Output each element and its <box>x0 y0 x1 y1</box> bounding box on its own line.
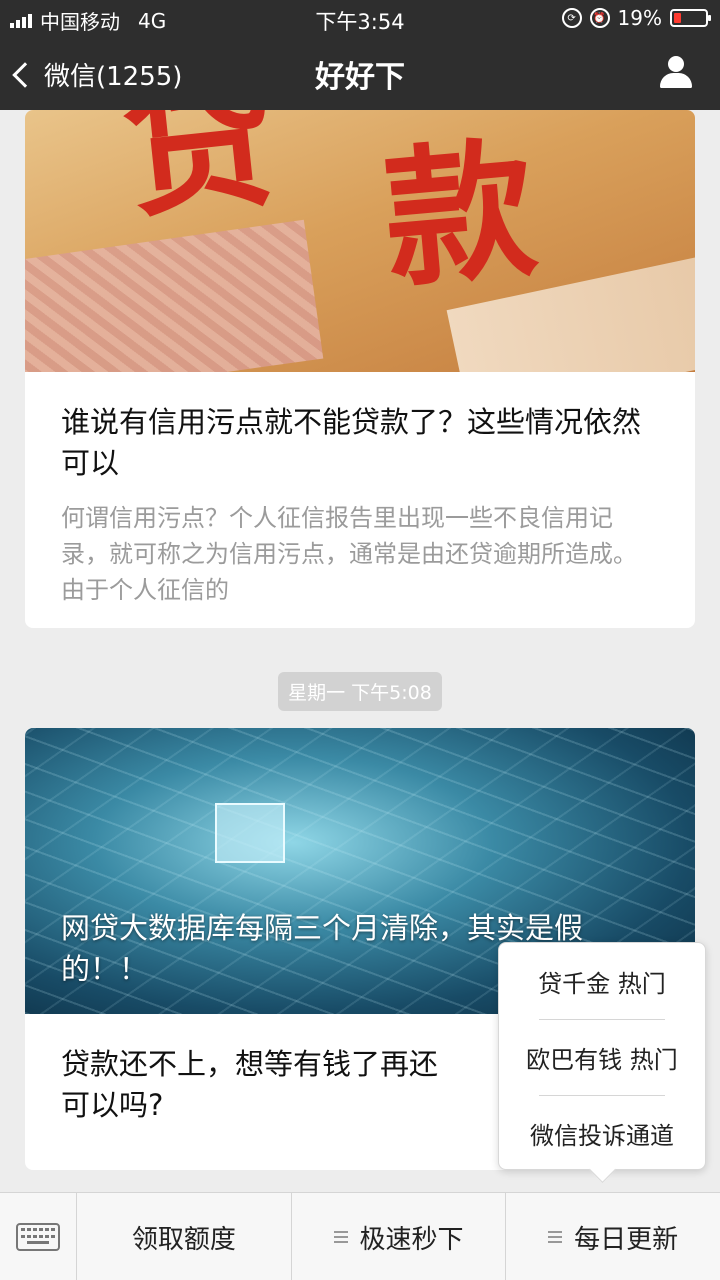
menu-button-claim-quota[interactable]: 领取额度 <box>77 1193 292 1280</box>
menu-button-label: 领取额度 <box>131 1224 236 1255</box>
battery-icon <box>670 9 711 27</box>
top-bar: 中国移动 4G 下午3:54 ⟳ ⏰ 19% 微信(1255) 好好下 <box>0 0 720 110</box>
keyboard-icon <box>16 1223 60 1251</box>
submenu-lines-icon <box>548 1228 563 1246</box>
message-timestamp: 星期一 下午5:08 <box>0 672 720 711</box>
article-cover-image: 贷 款 <box>25 110 695 372</box>
status-bar: 中国移动 4G 下午3:54 ⟳ ⏰ 19% <box>0 0 720 36</box>
submenu-lines-icon <box>333 1228 348 1246</box>
menu-button-label: 极速秒下 <box>359 1224 464 1255</box>
timestamp-label: 星期一 下午5:08 <box>278 672 442 711</box>
article-description: 何谓信用污点？个人征信报告里出现一些不良信用记录，就可称之为信用污点，通常是由还… <box>61 504 637 604</box>
submenu-item[interactable]: 贷千金 热门 <box>499 943 705 1019</box>
alarm-icon: ⏰ <box>589 8 610 28</box>
submenu-item[interactable]: 微信投诉通道 <box>499 1095 705 1171</box>
menu-button-daily-update[interactable]: 每日更新 <box>506 1193 720 1280</box>
keyboard-toggle-button[interactable] <box>0 1193 77 1280</box>
bottom-menu-bar: 领取额度 极速秒下 每日更新 <box>0 1192 720 1280</box>
battery-percent: 19% <box>617 6 662 30</box>
submenu-popup: 贷千金 热门 欧巴有钱 热门 微信投诉通道 <box>498 942 706 1170</box>
menu-button-label: 每日更新 <box>574 1224 679 1255</box>
article-title: 谁说有信用污点就不能贷款了？这些情况依然可以 <box>61 405 642 480</box>
article-card[interactable]: 贷 款 谁说有信用污点就不能贷款了？这些情况依然可以 何谓信用污点？个人征信报告… <box>25 110 695 628</box>
cover-glyph: 款 <box>377 120 543 310</box>
page-title: 好好下 <box>315 60 405 95</box>
rotation-lock-icon: ⟳ <box>561 8 582 28</box>
cover-glyph: 贷 <box>116 110 284 241</box>
nav-bar: 微信(1255) 好好下 <box>0 36 720 110</box>
menu-button-fast-loan[interactable]: 极速秒下 <box>292 1193 507 1280</box>
submenu-item[interactable]: 欧巴有钱 热门 <box>499 1019 705 1095</box>
profile-icon[interactable] <box>660 56 692 88</box>
